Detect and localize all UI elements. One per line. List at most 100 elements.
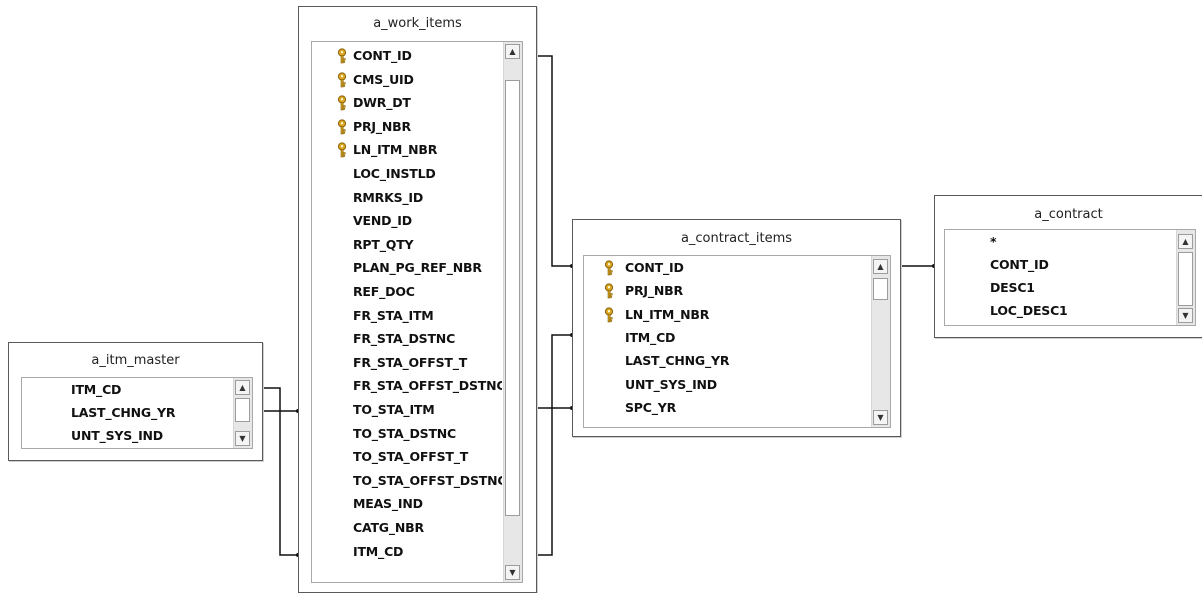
column-row[interactable]: TO_STA_OFFST_T: [312, 445, 502, 468]
column-list[interactable]: CONT_ID PRJ_NBR LN_ITM_NBR ITM_CD LAST_CHNG_…: [583, 255, 891, 428]
column-name: TO_STA_DSTNC: [353, 425, 457, 441]
column-row[interactable]: LAST_CHNG_YR: [22, 401, 232, 424]
column-name: FR_STA_OFFST_T: [353, 354, 468, 370]
scroll-up-arrow-icon[interactable]: ▲: [505, 44, 520, 59]
column-row[interactable]: ITM_CD: [584, 326, 870, 349]
column-name: LOC_INSTLD: [353, 166, 436, 181]
scroll-up-arrow-icon[interactable]: ▲: [1178, 234, 1193, 249]
column-name: DWR_DT: [353, 95, 411, 111]
column-name: CONT_ID: [353, 48, 412, 63]
column-row[interactable]: RMRKS_ID: [312, 186, 502, 209]
table-a-contract-items[interactable]: a_contract_items CONT_ID PRJ_NBR LN_ITM_NB…: [572, 219, 901, 437]
column-row[interactable]: TO_STA_DSTNC: [312, 422, 502, 445]
column-list[interactable]: * CONT_ID DESC1 LOC_DESC1 ▲ ▼: [944, 229, 1196, 326]
key-icon: [603, 260, 617, 276]
column-list[interactable]: CONT_ID CMS_UID DWR_DT PRJ_NBR LN_ITM_NBR LOC…: [311, 41, 523, 583]
column-row[interactable]: DESC1: [945, 276, 1175, 299]
column-row[interactable]: PRJ_NBR: [584, 279, 870, 302]
table-title: a_work_items: [373, 16, 462, 31]
column-row[interactable]: DWR_DT: [312, 91, 502, 114]
scroll-down-arrow-icon[interactable]: ▼: [873, 410, 888, 425]
table-a-contract[interactable]: a_contract * CONT_ID DESC1 LOC_DESC1 ▲ ▼: [934, 195, 1202, 338]
vertical-scrollbar[interactable]: ▲ ▼: [871, 256, 890, 427]
column-name: MEAS_IND: [353, 496, 423, 512]
column-row[interactable]: LAST_CHNG_YR: [584, 349, 870, 372]
column-row[interactable]: FR_STA_OFFST_DSTNC: [312, 374, 502, 397]
all-columns-row[interactable]: *: [945, 230, 1175, 253]
column-row[interactable]: UNT_SYS_IND: [22, 424, 232, 447]
column-row[interactable]: PRJ_NBR: [312, 115, 502, 138]
table-a-itm-master[interactable]: a_itm_master ITM_CD LAST_CHNG_YR UNT_SYS_I…: [8, 342, 263, 461]
column-row[interactable]: FR_STA_DSTNC: [312, 327, 502, 350]
column-row[interactable]: LOC_INSTLD: [312, 162, 502, 185]
column-name: UNT_SYS_IND: [71, 428, 163, 443]
column-name: PRJ_NBR: [625, 283, 683, 299]
column-row[interactable]: LN_ITM_NBR: [584, 303, 870, 326]
column-name: TO_STA_OFFST_DSTNC: [353, 472, 502, 488]
scroll-up-arrow-icon[interactable]: ▲: [235, 380, 250, 395]
key-icon: [603, 306, 617, 323]
column-name: REF_DOC: [353, 284, 415, 299]
column-name: FR_STA_OFFST_DSTNC: [353, 378, 502, 394]
key-icon: [336, 48, 350, 64]
column-row[interactable]: PLAN_PG_REF_NBR: [312, 256, 502, 279]
column-name: PLAN_PG_REF_NBR: [353, 260, 482, 276]
column-row[interactable]: VEND_ID: [312, 209, 502, 232]
column-row[interactable]: RPT_QTY: [312, 233, 502, 256]
column-row[interactable]: ITM_CD: [312, 540, 502, 563]
column-row[interactable]: UNT_SYS_IND: [584, 373, 870, 396]
column-name: LAST_CHNG_YR: [71, 405, 176, 420]
scrollbar-thumb[interactable]: [235, 398, 250, 422]
column-name: LOC_DESC1: [990, 303, 1068, 318]
column-row[interactable]: SPC_YR: [584, 396, 870, 419]
key-icon: [603, 283, 617, 299]
column-row[interactable]: CONT_ID: [945, 253, 1175, 276]
scroll-down-arrow-icon[interactable]: ▼: [505, 565, 520, 580]
column-name: CATG_NBR: [353, 520, 424, 535]
column-row[interactable]: ITM_CD: [22, 378, 232, 401]
column-name: UNT_SYS_IND: [625, 376, 717, 392]
column-name: RPT_QTY: [353, 236, 414, 252]
column-row[interactable]: CMS_UID: [312, 68, 502, 91]
column-name: TO_STA_OFFST_T: [353, 449, 469, 465]
key-icon: [336, 119, 350, 135]
column-row[interactable]: REF_DOC: [312, 280, 502, 303]
scrollbar-thumb[interactable]: [1178, 252, 1193, 306]
key-icon: [336, 142, 350, 158]
column-row[interactable]: TO_STA_ITM: [312, 398, 502, 421]
column-row[interactable]: LN_ITM_NBR: [312, 138, 502, 161]
all-columns-label: *: [990, 234, 997, 249]
scroll-up-arrow-icon[interactable]: ▲: [873, 259, 888, 274]
column-name: CMS_UID: [353, 71, 414, 87]
key-icon: [336, 71, 350, 88]
vertical-scrollbar[interactable]: ▲ ▼: [503, 42, 522, 582]
column-name: RMRKS_ID: [353, 189, 424, 205]
scrollbar-thumb[interactable]: [873, 278, 888, 300]
column-name: LN_ITM_NBR: [353, 142, 438, 158]
column-row[interactable]: CONT_ID: [312, 44, 502, 67]
column-row[interactable]: FR_STA_ITM: [312, 304, 502, 327]
column-row[interactable]: MEAS_IND: [312, 492, 502, 515]
column-list[interactable]: ITM_CD LAST_CHNG_YR UNT_SYS_IND ▲ ▼: [21, 377, 253, 449]
column-row[interactable]: LOC_DESC1: [945, 299, 1175, 322]
column-name: DESC1: [990, 280, 1035, 295]
vertical-scrollbar[interactable]: ▲ ▼: [1176, 230, 1195, 325]
column-row[interactable]: FR_STA_OFFST_T: [312, 351, 502, 374]
table-title: a_contract_items: [680, 231, 793, 246]
scrollbar-thumb[interactable]: [505, 80, 520, 516]
scroll-down-arrow-icon[interactable]: ▼: [235, 431, 250, 446]
scroll-down-arrow-icon[interactable]: ▼: [1178, 308, 1193, 323]
table-title: a_contract: [1034, 207, 1103, 222]
column-row[interactable]: TO_STA_OFFST_DSTNC: [312, 469, 502, 492]
column-name: FR_STA_ITM: [353, 307, 434, 323]
vertical-scrollbar[interactable]: ▲ ▼: [233, 378, 252, 448]
column-name: ITM_CD: [625, 329, 676, 345]
column-name: PRJ_NBR: [353, 118, 411, 134]
table-a-work-items[interactable]: a_work_items CONT_ID CMS_UID DWR_DT PRJ_NBR…: [298, 6, 537, 593]
column-row[interactable]: CONT_ID: [584, 256, 870, 279]
column-name: LN_ITM_NBR: [625, 306, 710, 322]
key-icon: [336, 95, 350, 111]
column-name: ITM_CD: [353, 543, 404, 559]
column-row[interactable]: CATG_NBR: [312, 516, 502, 539]
column-name: SPC_YR: [625, 399, 677, 415]
